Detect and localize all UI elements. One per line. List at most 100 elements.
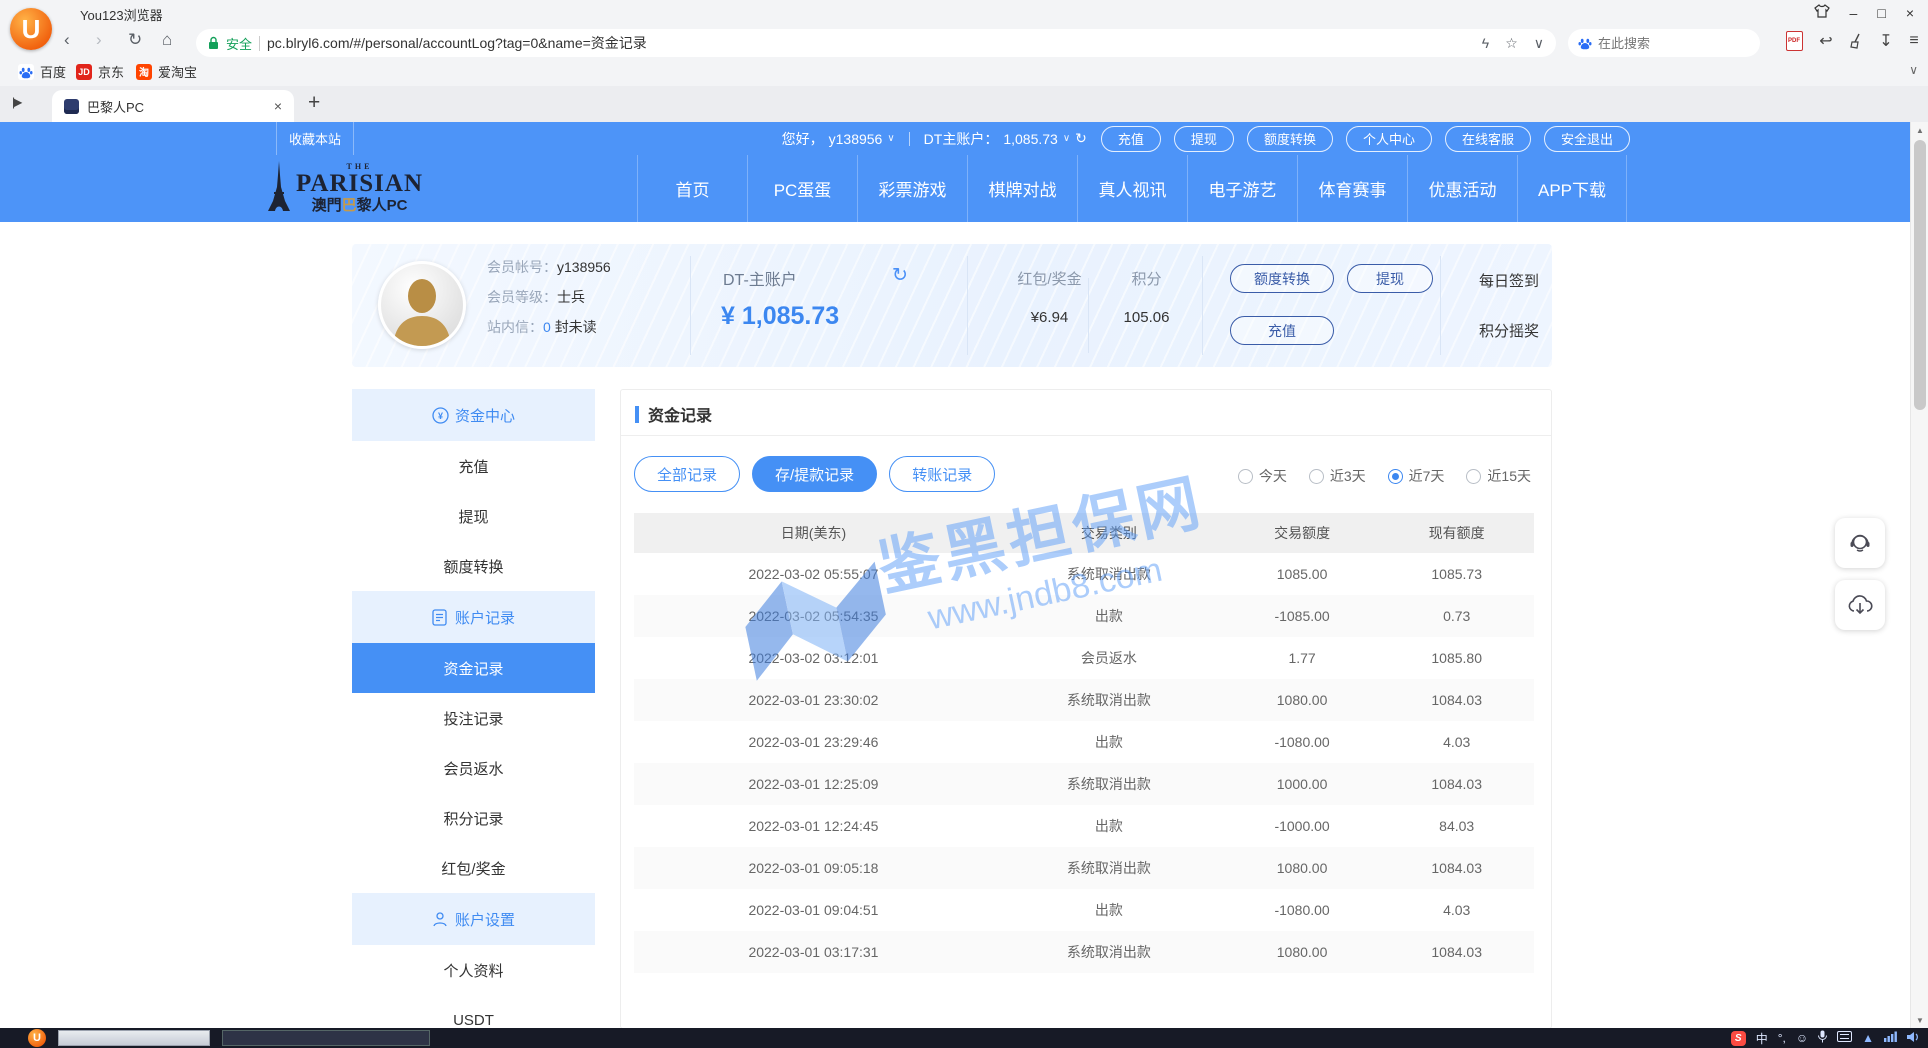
radio-icon[interactable] bbox=[1388, 469, 1403, 484]
download-icon[interactable]: ↧ bbox=[1876, 31, 1896, 51]
deposit-button[interactable]: 充值 bbox=[1230, 316, 1334, 345]
range-radio-今天[interactable]: 今天 bbox=[1238, 466, 1287, 486]
topbar-button[interactable]: 在线客服 bbox=[1445, 126, 1531, 152]
cell-balance: 0.73 bbox=[1379, 595, 1534, 637]
nav-item[interactable]: 优惠活动 bbox=[1407, 155, 1517, 222]
mic-icon[interactable] bbox=[1818, 1030, 1827, 1046]
browser-tab[interactable]: 巴黎人PC × bbox=[52, 90, 294, 122]
volume-icon[interactable] bbox=[1907, 1031, 1920, 1046]
theme-shirt-icon[interactable] bbox=[1814, 2, 1830, 24]
nav-item[interactable]: 彩票游戏 bbox=[857, 155, 967, 222]
app-download-button[interactable] bbox=[1835, 580, 1885, 630]
filter-tab-存/提款记录[interactable]: 存/提款记录 bbox=[752, 456, 877, 492]
menu-icon[interactable]: ≡ bbox=[1904, 31, 1924, 51]
new-tab-button[interactable]: + bbox=[308, 91, 320, 115]
points-lottery-link[interactable]: 积分摇奖 bbox=[1466, 320, 1552, 341]
address-bar[interactable]: 安全 pc.blryl6.com/#/personal/accountLog?t… bbox=[196, 29, 1556, 57]
nav-item[interactable]: 棋牌对战 bbox=[967, 155, 1077, 222]
nav-item[interactable]: 首页 bbox=[637, 155, 747, 222]
ime-punct-icon[interactable]: °, bbox=[1778, 1031, 1786, 1045]
keyboard-icon[interactable] bbox=[1837, 1031, 1852, 1045]
scroll-down-icon[interactable]: ▼ bbox=[1911, 1012, 1928, 1028]
bookmark-item[interactable]: 淘爱淘宝 bbox=[136, 62, 197, 81]
refresh-icon[interactable]: ↻ bbox=[1075, 130, 1087, 147]
nav-item[interactable]: 体育赛事 bbox=[1297, 155, 1407, 222]
sogou-icon[interactable]: S bbox=[1731, 1031, 1746, 1046]
network-icon[interactable] bbox=[1884, 1031, 1897, 1045]
sidebar-item-账户设置[interactable]: 账户设置 bbox=[352, 893, 595, 945]
tray-expand-icon[interactable]: ▲ bbox=[1862, 1031, 1874, 1045]
topbar-button[interactable]: 安全退出 bbox=[1544, 126, 1630, 152]
sidebar-item-账户记录[interactable]: 账户记录 bbox=[352, 591, 595, 643]
tab-close-icon[interactable]: × bbox=[274, 98, 282, 114]
filter-tab-全部记录[interactable]: 全部记录 bbox=[634, 456, 740, 492]
funds-table: 日期(美东)交易类别交易额度现有额度 2022-03-02 05:55:07系统… bbox=[634, 513, 1534, 973]
daily-signin-link[interactable]: 每日签到 bbox=[1466, 270, 1552, 291]
transfer-button[interactable]: 额度转换 bbox=[1230, 264, 1334, 293]
taskbar-browser-icon[interactable]: U bbox=[28, 1029, 46, 1047]
back-icon[interactable]: ‹ bbox=[64, 30, 70, 50]
topbar-button[interactable]: 充值 bbox=[1101, 126, 1161, 152]
nav-item[interactable]: 电子游艺 bbox=[1187, 155, 1297, 222]
search-input[interactable] bbox=[1598, 36, 1774, 51]
bookmark-item[interactable]: 百度 bbox=[18, 62, 66, 81]
search-box[interactable] bbox=[1568, 29, 1760, 57]
customer-service-button[interactable] bbox=[1835, 518, 1885, 568]
tab-list-toggle-icon[interactable]: |▶ bbox=[12, 95, 20, 109]
refresh-balance-icon[interactable]: ↻ bbox=[892, 264, 908, 287]
range-radio-近7天[interactable]: 近7天 bbox=[1388, 466, 1445, 486]
sidebar-item-提现[interactable]: 提现 bbox=[352, 491, 595, 541]
reload-icon[interactable]: ↻ bbox=[128, 30, 142, 50]
undo-icon[interactable]: ↩ bbox=[1816, 31, 1836, 51]
nav-item[interactable]: 真人视讯 bbox=[1077, 155, 1187, 222]
radio-icon[interactable] bbox=[1466, 469, 1481, 484]
scroll-up-icon[interactable]: ▲ bbox=[1911, 122, 1928, 138]
page-scrollbar[interactable]: ▲ ▼ bbox=[1910, 122, 1928, 1028]
radio-icon[interactable] bbox=[1309, 469, 1324, 484]
range-radio-近15天[interactable]: 近15天 bbox=[1466, 466, 1531, 486]
maximize-button[interactable]: □ bbox=[1877, 2, 1885, 24]
sidebar-item-资金记录[interactable]: 资金记录 bbox=[352, 643, 595, 693]
funds-record-panel: 资金记录 全部记录存/提款记录转账记录 今天近3天近7天近15天 日期(美东)交… bbox=[620, 389, 1552, 1028]
favorite-site-link[interactable]: 收藏本站 bbox=[276, 122, 354, 155]
topbar-button[interactable]: 个人中心 bbox=[1346, 126, 1432, 152]
lightning-icon[interactable]: ϟ bbox=[1482, 35, 1489, 52]
inbox-row[interactable]: 站内信：0 封未读 bbox=[487, 317, 611, 337]
bookmarks-collapse-icon[interactable]: ∨ bbox=[1909, 63, 1918, 77]
nav-item[interactable]: PC蛋蛋 bbox=[747, 155, 857, 222]
withdraw-button[interactable]: 提现 bbox=[1347, 264, 1433, 293]
sidebar-item-会员返水[interactable]: 会员返水 bbox=[352, 743, 595, 793]
sidebar-item-红包/奖金[interactable]: 红包/奖金 bbox=[352, 843, 595, 893]
sidebar-item-投注记录[interactable]: 投注记录 bbox=[352, 693, 595, 743]
ime-lang-icon[interactable]: 中 bbox=[1756, 1030, 1768, 1047]
main-account-summary[interactable]: DT主账户： 1,085.73 ∨ ↻ bbox=[924, 129, 1087, 149]
topbar-button[interactable]: 提现 bbox=[1174, 126, 1234, 152]
browser-logo-icon[interactable]: U bbox=[10, 8, 52, 50]
chevron-down-icon[interactable]: ∨ bbox=[1534, 35, 1544, 52]
user-greeting[interactable]: 您好， y138956 ∨ bbox=[782, 129, 895, 149]
range-radio-近3天[interactable]: 近3天 bbox=[1309, 466, 1366, 486]
sidebar-item-额度转换[interactable]: 额度转换 bbox=[352, 541, 595, 591]
emoji-icon[interactable]: ☺ bbox=[1796, 1031, 1808, 1045]
cleaner-broom-icon[interactable] bbox=[1846, 31, 1866, 51]
minimize-button[interactable]: – bbox=[1850, 2, 1858, 24]
home-icon[interactable]: ⌂ bbox=[162, 30, 172, 50]
sidebar-item-个人资料[interactable]: 个人资料 bbox=[352, 945, 595, 995]
bookmark-item[interactable]: JD京东 bbox=[76, 62, 124, 81]
radio-icon[interactable] bbox=[1238, 469, 1253, 484]
nav-item[interactable]: APP下载 bbox=[1517, 155, 1627, 222]
sidebar-item-资金中心[interactable]: ¥资金中心 bbox=[352, 389, 595, 441]
site-logo[interactable]: THE PARISIAN 澳門巴黎人PC bbox=[268, 161, 423, 213]
forward-icon[interactable]: › bbox=[96, 30, 102, 50]
sidebar-item-USDT[interactable]: USDT bbox=[352, 995, 595, 1028]
pdf-icon[interactable]: PDF bbox=[1784, 31, 1804, 51]
scrollbar-thumb[interactable] bbox=[1914, 140, 1926, 410]
star-icon[interactable]: ☆ bbox=[1505, 35, 1518, 52]
filter-tab-转账记录[interactable]: 转账记录 bbox=[889, 456, 995, 492]
topbar-button[interactable]: 额度转换 bbox=[1247, 126, 1333, 152]
sidebar-item-积分记录[interactable]: 积分记录 bbox=[352, 793, 595, 843]
taskbar-window-button[interactable] bbox=[58, 1030, 210, 1046]
close-button[interactable]: × bbox=[1906, 2, 1914, 24]
taskbar-window-button[interactable] bbox=[222, 1030, 430, 1046]
sidebar-item-充值[interactable]: 充值 bbox=[352, 441, 595, 491]
